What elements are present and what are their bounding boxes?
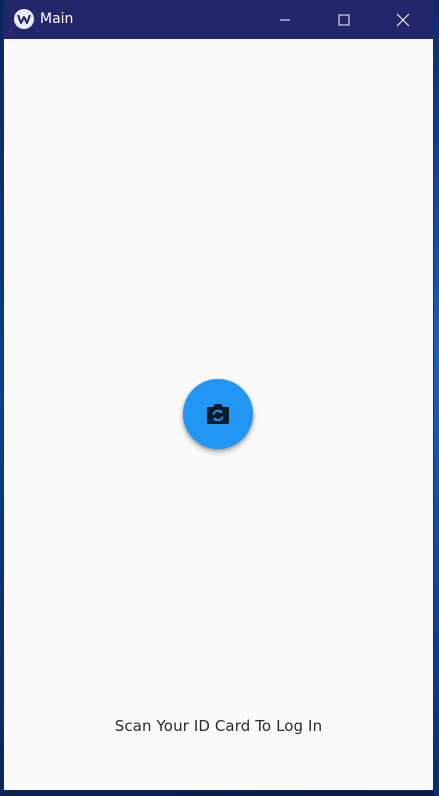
main-content: Scan Your ID Card To Log In: [4, 39, 433, 790]
minimize-button[interactable]: [256, 0, 314, 39]
minimize-icon: [280, 19, 290, 20]
app-window: Main Scan Your ID Card To Log In: [4, 0, 433, 790]
window-title: Main: [40, 11, 74, 27]
maximize-button[interactable]: [315, 0, 373, 39]
close-button[interactable]: [374, 0, 432, 39]
scan-id-card-button[interactable]: [183, 379, 253, 449]
desktop-background-right: [433, 0, 439, 796]
scan-instruction-text: Scan Your ID Card To Log In: [114, 717, 323, 735]
close-icon: [396, 13, 410, 26]
title-bar[interactable]: Main: [4, 0, 433, 39]
maximize-icon: [338, 14, 350, 25]
switch-camera-icon: [207, 404, 229, 424]
app-logo-icon: [14, 9, 34, 29]
